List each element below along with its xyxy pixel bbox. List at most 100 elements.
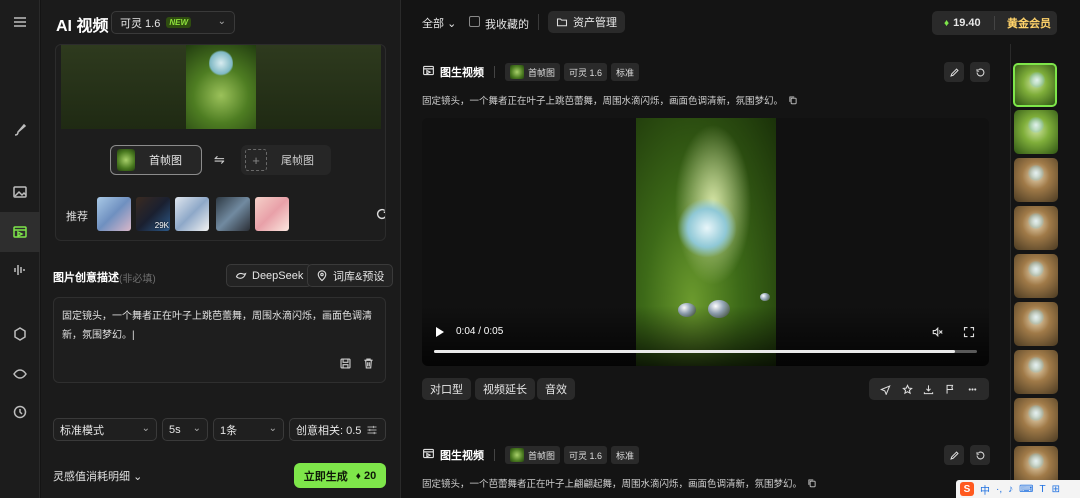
last-frame-button[interactable]: + 尾帧图 xyxy=(241,145,331,175)
description-optional: (非必填) xyxy=(119,274,156,285)
history-thumb[interactable] xyxy=(1013,63,1057,107)
copy-icon[interactable] xyxy=(807,478,817,488)
mode-select[interactable]: 标准模式 ⌄ xyxy=(53,418,157,441)
ime-language[interactable]: 中 xyxy=(980,482,990,497)
brush-icon[interactable] xyxy=(0,110,40,150)
more-icon[interactable] xyxy=(967,384,978,395)
keyboard-icon[interactable]: ⌨ xyxy=(1019,484,1033,495)
trash-icon[interactable] xyxy=(362,357,375,370)
recommend-thumb[interactable] xyxy=(97,197,131,231)
edit-button[interactable] xyxy=(944,445,964,465)
duration-select[interactable]: 5s ⌄ xyxy=(162,418,208,441)
star-icon[interactable] xyxy=(902,383,913,395)
filter-all-dropdown[interactable]: 全部 ⌄ xyxy=(422,15,456,31)
video-icon[interactable] xyxy=(0,212,40,252)
vip-membership[interactable]: 黄金会员 xyxy=(995,15,1051,31)
chevron-down-icon: ⌄ xyxy=(133,471,143,483)
sogou-logo-icon[interactable]: S xyxy=(960,482,974,496)
deepseek-button[interactable]: DeepSeek xyxy=(226,264,313,287)
toolbar-divider xyxy=(538,14,539,30)
description-textarea[interactable]: 固定镜头，一个舞者正在叶子上跳芭蕾舞，周围水滴闪烁，画面色调清新，氛围梦幻。| xyxy=(53,297,386,383)
history-icon[interactable] xyxy=(0,392,40,432)
audio-wave-icon[interactable] xyxy=(0,250,40,290)
extend-video-button[interactable]: 视频延长 xyxy=(475,378,535,400)
download-icon[interactable] xyxy=(923,384,934,395)
video-time: 0:04 / 0:05 xyxy=(456,326,504,337)
first-frame-preview[interactable] xyxy=(61,45,381,129)
credits-value: 19.40 xyxy=(953,17,981,29)
credits-balance: ♦ 19.40 xyxy=(932,17,994,29)
video-player[interactable]: 0:04 / 0:05 xyxy=(422,118,989,366)
recommend-thumb[interactable] xyxy=(216,197,250,231)
recommend-thumb[interactable] xyxy=(255,197,289,231)
first-frame-tag[interactable]: 首帧图 xyxy=(505,446,561,464)
recommend-thumb[interactable]: 29K xyxy=(136,197,170,231)
generate-button[interactable]: 立即生成 ♦ 20 xyxy=(294,463,386,488)
prompt-text: 固定镜头，一个舞者正在叶子上跳芭蕾舞，周围水滴闪烁，画面色调清新，氛围梦幻。 xyxy=(422,96,784,107)
shirt-icon[interactable]: T xyxy=(1040,484,1046,495)
favorites-label[interactable]: 我收藏的 xyxy=(485,16,529,32)
pencil-icon xyxy=(949,67,959,77)
description-title: 图片创意描述 xyxy=(53,272,119,284)
video-icon xyxy=(422,64,435,80)
favorites-checkbox[interactable] xyxy=(469,16,480,27)
left-rail xyxy=(0,0,40,498)
sound-effect-button[interactable]: 音效 xyxy=(537,378,575,400)
menu-icon[interactable] xyxy=(0,2,40,42)
first-frame-button[interactable]: 首帧图 xyxy=(110,145,202,175)
history-thumb[interactable] xyxy=(1014,206,1058,250)
location-pin-icon xyxy=(317,269,327,281)
edit-button[interactable] xyxy=(944,62,964,82)
recommend-thumb[interactable] xyxy=(175,197,209,231)
swap-icon[interactable]: ⇋ xyxy=(214,152,225,168)
divider xyxy=(494,449,495,461)
history-thumb[interactable] xyxy=(1014,350,1058,394)
generation-panel: AI 视频 可灵 1.6 NEW ⌄ 首帧图 ⇋ + 尾帧图 推荐 29K 图片… xyxy=(41,0,401,498)
cost-detail-toggle[interactable]: 灵感值消耗明细 ⌄ xyxy=(53,468,142,484)
regenerate-button[interactable] xyxy=(970,62,990,82)
preset-label: 词库&预设 xyxy=(333,270,385,283)
creativity-button[interactable]: 创意相关: 0.5 xyxy=(289,418,386,441)
play-icon[interactable] xyxy=(436,327,444,337)
recommend-label: 推荐 xyxy=(66,211,88,223)
chevron-down-icon: ⌄ xyxy=(192,423,201,434)
leaf-icon: ♦ xyxy=(355,470,361,482)
microphone-icon[interactable]: ♪ xyxy=(1008,484,1013,495)
fullscreen-icon[interactable] xyxy=(963,326,975,341)
video-icon xyxy=(422,447,435,463)
eye-icon[interactable] xyxy=(0,354,40,394)
generate-label: 立即生成 xyxy=(303,470,348,483)
history-thumb[interactable] xyxy=(1014,254,1058,298)
punctuation-icon[interactable]: ·, xyxy=(996,484,1002,495)
asset-manager-label: 资产管理 xyxy=(573,17,617,29)
grid-icon[interactable]: ⊞ xyxy=(1052,484,1060,495)
refresh-icon[interactable] xyxy=(375,207,385,221)
chevron-down-icon: ⌄ xyxy=(141,423,150,434)
copy-icon[interactable] xyxy=(788,95,798,105)
history-thumb[interactable] xyxy=(1014,110,1058,154)
history-thumb[interactable] xyxy=(1014,158,1058,202)
mode-tag: 标准 xyxy=(611,446,640,464)
credits-bar[interactable]: ♦ 19.40 黄金会员 xyxy=(932,11,1057,35)
chevron-down-icon: ⌄ xyxy=(268,423,277,434)
generate-cost-value: 20 xyxy=(363,469,377,482)
video-progress-bar[interactable] xyxy=(434,350,977,353)
mute-icon[interactable] xyxy=(931,326,943,341)
model-select[interactable]: 可灵 1.6 NEW ⌄ xyxy=(111,11,235,34)
save-icon[interactable] xyxy=(339,357,352,370)
count-select[interactable]: 1条 ⌄ xyxy=(213,418,284,441)
asset-manager-button[interactable]: 资产管理 xyxy=(548,11,625,33)
image-icon[interactable] xyxy=(0,172,40,212)
first-frame-tag[interactable]: 首帧图 xyxy=(505,63,561,81)
preset-button[interactable]: 词库&预设 xyxy=(307,264,394,287)
send-icon[interactable] xyxy=(880,384,891,395)
flag-icon[interactable] xyxy=(945,384,956,395)
lip-sync-button[interactable]: 对口型 xyxy=(422,378,471,400)
leaf-icon: ♦ xyxy=(944,17,950,29)
regenerate-button[interactable] xyxy=(970,445,990,465)
card-prompt: 固定镜头，一个舞者正在叶子上跳芭蕾舞，周围水滴闪烁，画面色调清新，氛围梦幻。 xyxy=(422,93,798,107)
history-thumb[interactable] xyxy=(1014,398,1058,442)
cube-icon[interactable] xyxy=(0,314,40,354)
card-header: 图生视频 首帧图 可灵 1.6 标准 xyxy=(422,445,643,465)
history-thumb[interactable] xyxy=(1014,302,1058,346)
